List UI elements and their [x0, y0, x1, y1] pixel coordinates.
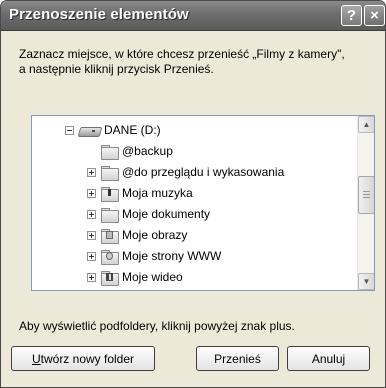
expand-icon[interactable] [87, 209, 96, 219]
expand-icon[interactable] [87, 251, 96, 261]
instruction-text: Zaznacz miejsce, w które chcesz przenieś… [19, 47, 379, 77]
scroll-thumb[interactable] [358, 176, 374, 214]
tree-item-label: Moje wideo [122, 270, 183, 284]
instruction-line-2: a następnie kliknij przycisk Przenieś. [19, 62, 214, 76]
tree-item-label: Moje dokumenty [122, 207, 211, 221]
tree-item-do-przegladu[interactable]: @do przeglądu i wykasowania [87, 162, 284, 182]
expand-icon[interactable] [87, 167, 96, 177]
folder-tree[interactable]: DANE (D:) @backup @do przeglądu i wykaso… [31, 115, 375, 291]
tree-item-label: Moje obrazy [122, 228, 188, 242]
drive-icon [79, 125, 99, 136]
tree-item-drive-d[interactable]: DANE (D:) [65, 120, 161, 140]
hint-text: Aby wyświetlić podfoldery, kliknij powyż… [19, 319, 295, 333]
expand-icon[interactable] [87, 230, 96, 240]
expand-icon[interactable] [87, 272, 96, 282]
tree-item-backup[interactable]: @backup [101, 141, 173, 161]
pictures-folder-icon [101, 228, 119, 244]
move-items-dialog: Przenoszenie elementów ? × Zaznacz miejs… [0, 0, 386, 388]
scroll-up-button[interactable]: ▲ [358, 116, 374, 133]
tree-item-label: @backup [122, 144, 173, 158]
music-folder-icon [101, 186, 119, 202]
help-button[interactable]: ? [341, 5, 362, 26]
tree-item-label: Moja muzyka [122, 186, 193, 200]
title-bar[interactable]: Przenoszenie elementów ? × [1, 1, 385, 31]
tree-item-moje-strony-www[interactable]: Moje strony WWW [87, 246, 221, 266]
tree-item-label: @do przeglądu i wykasowania [122, 165, 285, 179]
cancel-button[interactable]: Anuluj [287, 346, 370, 371]
dialog-title: Przenoszenie elementów [9, 6, 189, 23]
tree-item-moje-obrazy[interactable]: Moje obrazy [87, 225, 187, 245]
folder-icon [101, 144, 119, 160]
tree-item-label: Moje strony WWW [122, 249, 222, 263]
instruction-line-1: Zaznacz miejsce, w które chcesz przenieś… [19, 47, 345, 61]
tree-item-moja-muzyka[interactable]: Moja muzyka [87, 183, 193, 203]
move-button[interactable]: Przenieś [196, 346, 279, 371]
expand-icon[interactable] [87, 188, 96, 198]
tree-item-label: DANE (D:) [104, 123, 161, 137]
new-folder-button[interactable]: Utwórz nowy folder [11, 346, 155, 371]
new-folder-label: twórz nowy folder [40, 351, 135, 366]
new-folder-accelerator: U [31, 351, 41, 366]
scroll-down-button[interactable]: ▼ [358, 273, 374, 290]
tree-item-moje-dokumenty[interactable]: Moje dokumenty [87, 204, 210, 224]
vertical-scrollbar[interactable]: ▲ ▼ [357, 116, 374, 290]
web-folder-icon [101, 249, 119, 265]
close-button[interactable]: × [364, 5, 385, 26]
collapse-icon[interactable] [65, 125, 74, 135]
tree-item-moje-wideo[interactable]: Moje wideo [87, 267, 183, 287]
folder-icon [101, 165, 119, 181]
documents-folder-icon [101, 207, 119, 223]
video-folder-icon [101, 270, 119, 286]
